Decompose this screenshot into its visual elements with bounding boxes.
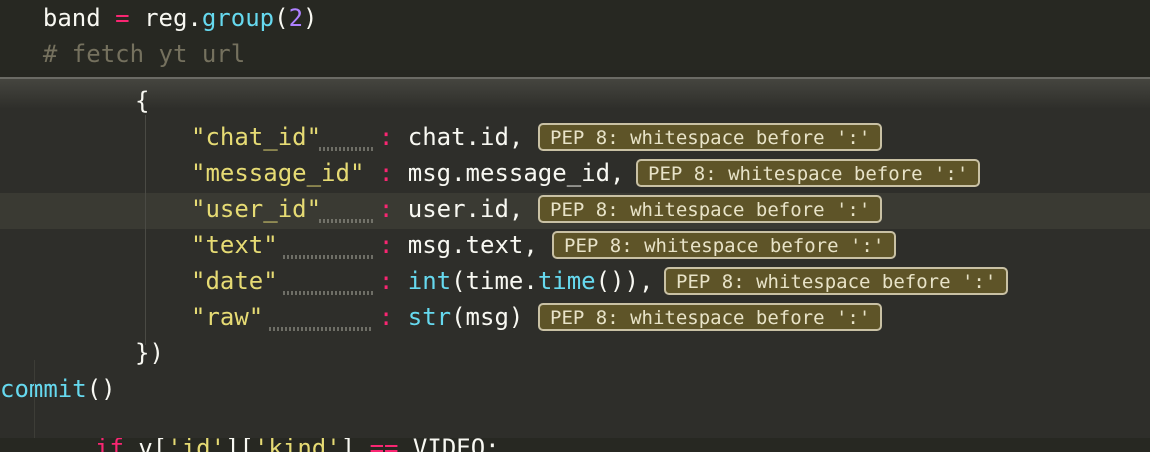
warning-squiggle <box>317 147 373 151</box>
string: 'id' <box>167 438 226 452</box>
code-line-commit[interactable]: commit() <box>0 371 116 407</box>
dict-key: "chat_id" <box>191 123 322 151</box>
dict-value: (msg) <box>451 303 524 331</box>
code-line-band[interactable]: band = reg.group(2) <box>14 0 318 36</box>
code-line-if[interactable]: if v['id']['kind'] == VIDEO: <box>95 438 500 452</box>
pep8-hint-text[interactable]: PEP 8: whitespace before ':' <box>552 231 897 259</box>
pep8-hint-chat-id[interactable]: PEP 8: whitespace before ':' <box>538 123 883 151</box>
string: 'kind' <box>253 438 341 452</box>
dict-key: "message_id" <box>191 159 365 187</box>
code-line-comment[interactable]: # fetch yt url <box>14 36 245 72</box>
code-object: reg. <box>144 4 202 32</box>
builtin-function: str <box>393 303 452 331</box>
dict-colon: : <box>378 123 394 151</box>
panel-header <box>0 79 1150 109</box>
function-call: commit <box>0 375 87 403</box>
keyword: if <box>95 438 124 452</box>
code-text: v[ <box>123 438 168 452</box>
close-brace-paren: }) <box>135 339 164 367</box>
dict-pad <box>364 159 378 187</box>
open-brace: { <box>135 87 150 115</box>
code-editor[interactable]: band = reg.group(2) # fetch yt url { "ch… <box>0 0 1150 452</box>
peek-panel[interactable]: { "chat_id" : chat.id, PEP 8: whitespace… <box>0 77 1150 440</box>
code-text: ] <box>340 438 370 452</box>
code-text: VIDEO: <box>398 438 500 452</box>
clipped-area: if v['id']['kind'] == VIDEO: <box>0 438 1150 452</box>
code-number: 2 <box>288 4 304 32</box>
dict-key: "user_id" <box>191 195 322 223</box>
dict-colon: : <box>378 159 394 187</box>
dict-colon: : <box>378 231 394 259</box>
warning-squiggle <box>281 291 373 295</box>
dict-colon: : <box>378 195 394 223</box>
operator: == <box>369 438 399 452</box>
builtin-function: int <box>393 267 452 295</box>
dict-key: "raw" <box>191 303 264 331</box>
pep8-hint-user-id[interactable]: PEP 8: whitespace before ':' <box>538 195 883 223</box>
dict-value: msg.text, <box>393 231 538 259</box>
code-paren: () <box>86 375 116 403</box>
dict-row-message-id[interactable]: "message_id" : msg.message_id, <box>191 155 624 191</box>
dict-key: "text" <box>191 231 278 259</box>
code-operator: = <box>115 4 130 32</box>
code-text: ][ <box>225 438 254 452</box>
dict-value: user.id, <box>393 195 524 223</box>
pep8-hint-raw[interactable]: PEP 8: whitespace before ':' <box>538 303 883 331</box>
indent-guide <box>145 115 146 345</box>
dict-value: chat.id, <box>393 123 524 151</box>
dict-row-date[interactable]: "date" : int(time.time()), <box>191 263 653 299</box>
pep8-hint-date[interactable]: PEP 8: whitespace before ':' <box>664 267 1009 295</box>
pep8-hint-message-id[interactable]: PEP 8: whitespace before ':' <box>636 159 981 187</box>
code-paren: ) <box>303 4 318 32</box>
function-call: time <box>537 267 596 295</box>
dict-key: "date" <box>191 267 278 295</box>
dict-value: ()), <box>595 267 654 295</box>
code-function: group <box>201 4 275 32</box>
dict-colon: : <box>378 267 394 295</box>
warning-squiggle <box>281 255 373 259</box>
code-paren: ( <box>274 4 289 32</box>
code-variable: band <box>42 4 101 32</box>
warning-squiggle <box>267 327 373 331</box>
dict-value: msg.message_id, <box>393 159 625 187</box>
dict-value: (time. <box>451 267 538 295</box>
warning-squiggle <box>317 219 373 223</box>
dict-colon: : <box>378 303 394 331</box>
